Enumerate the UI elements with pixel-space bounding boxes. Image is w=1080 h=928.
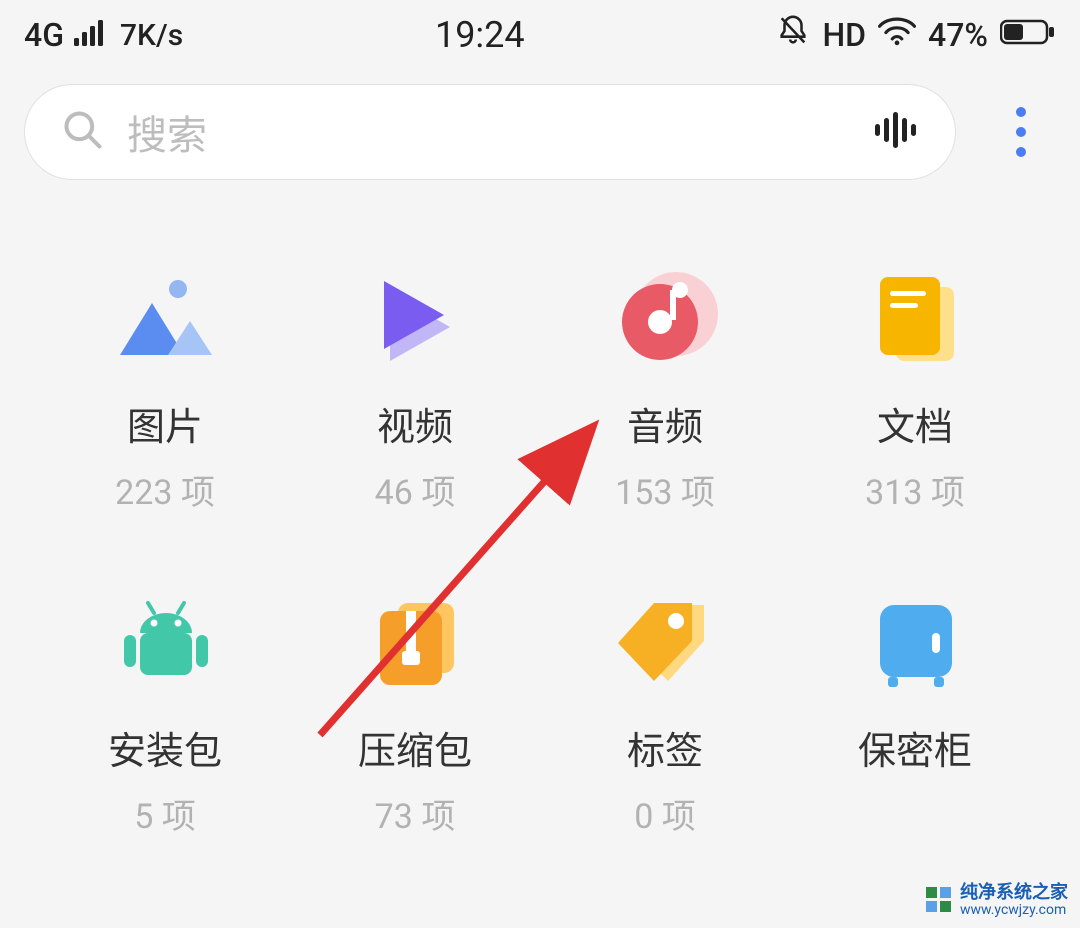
watermark-logo-icon xyxy=(926,887,952,913)
watermark-url: www.ycwjzy.com xyxy=(960,903,1068,918)
category-count: 153 项 xyxy=(615,465,715,514)
category-label: 保密柜 xyxy=(858,720,972,775)
do-not-disturb-icon xyxy=(776,14,810,56)
audio-icon xyxy=(610,270,720,370)
search-row: 搜索 xyxy=(0,66,1080,180)
category-audio[interactable]: 音频 153 项 xyxy=(540,270,790,514)
category-count: 46 项 xyxy=(375,465,456,514)
hd-indicator: HD xyxy=(822,16,866,54)
category-count: 5 项 xyxy=(134,789,196,838)
archive-icon xyxy=(360,594,470,694)
category-images[interactable]: 图片 223 项 xyxy=(40,270,290,514)
status-bar: 4G 7K/s 19:24 HD 4 xyxy=(0,0,1080,66)
wifi-icon xyxy=(878,16,916,54)
battery-percentage: 47% xyxy=(928,16,988,54)
watermark-title: 纯净系统之家 xyxy=(960,883,1068,903)
category-count: 73 项 xyxy=(375,789,456,838)
document-icon xyxy=(860,270,970,370)
category-apks[interactable]: 安装包 5 项 xyxy=(40,594,290,838)
apk-icon xyxy=(110,594,220,694)
network-type: 4G xyxy=(24,16,64,54)
clock: 19:24 xyxy=(435,14,525,56)
search-icon xyxy=(61,108,105,156)
category-label: 安装包 xyxy=(108,720,222,775)
category-label: 视频 xyxy=(377,396,453,451)
search-input[interactable]: 搜索 xyxy=(24,84,956,180)
voice-search-icon[interactable] xyxy=(871,110,919,154)
category-safe[interactable]: 保密柜 xyxy=(790,594,1040,838)
image-icon xyxy=(110,270,220,370)
more-menu-button[interactable] xyxy=(986,105,1056,159)
net-speed: 7K/s xyxy=(120,18,183,53)
category-label: 音频 xyxy=(627,396,703,451)
category-label: 文档 xyxy=(877,396,953,451)
signal-icon xyxy=(74,16,110,54)
category-count: 223 项 xyxy=(115,465,215,514)
category-archives[interactable]: 压缩包 73 项 xyxy=(290,594,540,838)
search-placeholder: 搜索 xyxy=(127,103,871,161)
category-videos[interactable]: 视频 46 项 xyxy=(290,270,540,514)
category-tags[interactable]: 标签 0 项 xyxy=(540,594,790,838)
category-label: 图片 xyxy=(127,396,203,451)
category-count: 0 项 xyxy=(634,789,696,838)
watermark: 纯净系统之家 www.ycwjzy.com xyxy=(926,883,1068,918)
video-icon xyxy=(360,270,470,370)
battery-icon xyxy=(1000,16,1056,54)
safe-icon xyxy=(860,594,970,694)
category-documents[interactable]: 文档 313 项 xyxy=(790,270,1040,514)
category-count: 313 项 xyxy=(865,465,965,514)
category-label: 压缩包 xyxy=(358,720,472,775)
category-grid: 图片 223 项 视频 46 项 音频 153 项 xyxy=(0,180,1080,838)
tag-icon xyxy=(610,594,720,694)
category-label: 标签 xyxy=(627,720,703,775)
